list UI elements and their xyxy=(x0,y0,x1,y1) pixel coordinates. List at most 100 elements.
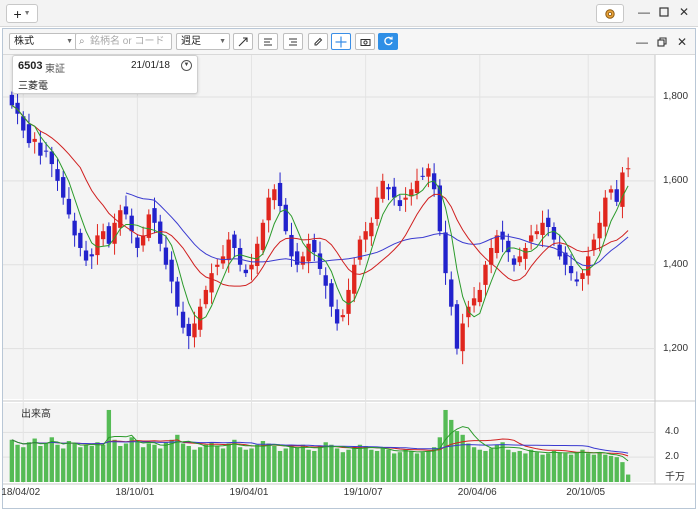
volume-bar xyxy=(500,442,505,482)
volume-bar xyxy=(352,447,357,482)
volume-bar xyxy=(135,441,140,482)
candle-body xyxy=(266,197,271,221)
volume-bar xyxy=(437,437,443,482)
volume-bar xyxy=(237,447,243,482)
candle-body xyxy=(517,256,522,263)
symbol-name: 三菱電 xyxy=(18,81,48,92)
volume-bar xyxy=(534,452,540,482)
candle-body xyxy=(78,232,83,248)
candle-body xyxy=(135,237,140,248)
candle-body xyxy=(209,273,214,293)
candle-body xyxy=(443,232,448,274)
chevron-down-icon[interactable]: ▼ xyxy=(181,60,192,71)
settings-button[interactable] xyxy=(596,4,624,23)
candle-body xyxy=(312,240,317,253)
candle-body xyxy=(608,189,614,193)
volume-bar xyxy=(38,445,43,482)
candle-body xyxy=(369,222,374,237)
candle-body xyxy=(32,138,37,142)
volume-bar xyxy=(146,443,151,482)
price-chart[interactable] xyxy=(3,29,695,508)
candle-body xyxy=(243,269,248,274)
volume-bar xyxy=(357,444,363,482)
volume-bar xyxy=(528,449,534,482)
candle-body xyxy=(249,264,254,270)
volume-bar xyxy=(369,449,374,482)
candle-body xyxy=(460,323,465,352)
candle-body xyxy=(352,264,357,294)
volume-bar xyxy=(591,454,597,482)
volume-bar xyxy=(466,443,471,482)
candle-body xyxy=(255,243,260,267)
candle-body xyxy=(283,204,288,232)
volume-bar xyxy=(346,449,351,482)
candle-body xyxy=(397,200,403,207)
candle-body xyxy=(192,323,197,338)
volume-bar xyxy=(89,445,94,482)
candle-body xyxy=(546,217,551,227)
volume-bar xyxy=(226,443,231,482)
volume-bar xyxy=(72,443,77,482)
volume-bar xyxy=(283,448,288,482)
maximize-window-button[interactable] xyxy=(657,5,671,19)
price-plot-area xyxy=(3,55,655,399)
volume-bar xyxy=(477,449,482,482)
time-tick-label: 19/10/07 xyxy=(343,487,383,498)
candle-body xyxy=(180,311,186,328)
volume-bar xyxy=(163,442,169,482)
price-tick-label: 1,200 xyxy=(663,342,689,354)
volume-bar xyxy=(414,453,420,482)
candle-body xyxy=(386,187,391,190)
volume-bar xyxy=(158,448,163,482)
volume-bar xyxy=(180,443,186,482)
candle-body xyxy=(72,220,77,236)
candle-body xyxy=(260,222,266,251)
candle-body xyxy=(392,186,397,198)
candle-body xyxy=(203,289,209,305)
volume-bar xyxy=(540,454,545,482)
volume-bar xyxy=(511,452,517,482)
volume-bar xyxy=(625,474,631,482)
volume-bar xyxy=(49,437,54,482)
volume-bar xyxy=(471,447,477,482)
minimize-window-button[interactable]: — xyxy=(637,5,651,19)
candle-body xyxy=(380,180,385,199)
volume-bar xyxy=(203,444,209,482)
symbol-market: 東証 xyxy=(45,64,65,75)
volume-bar xyxy=(374,450,380,482)
candle-body xyxy=(61,177,66,198)
volume-bar xyxy=(272,445,277,482)
candle-body xyxy=(426,168,431,177)
volume-bar xyxy=(300,444,306,482)
candle-body xyxy=(306,243,311,262)
volume-bar xyxy=(563,453,568,482)
plus-icon: + xyxy=(13,5,22,22)
candle-body xyxy=(625,168,631,170)
candle-body xyxy=(55,169,60,181)
price-tick-label: 1,800 xyxy=(663,90,689,102)
candle-body xyxy=(169,259,174,282)
volume-bar xyxy=(431,447,437,482)
candle-body xyxy=(420,175,425,177)
candle-body xyxy=(118,210,123,228)
volume-bar xyxy=(83,444,89,482)
candle-body xyxy=(95,235,100,256)
volume-bar xyxy=(140,447,146,482)
volume-bar xyxy=(523,453,528,482)
volume-bar xyxy=(574,452,579,482)
add-panel-button[interactable]: + ▼ xyxy=(6,4,38,23)
candle-body xyxy=(129,215,134,232)
candle-body xyxy=(43,150,49,152)
maximize-icon xyxy=(659,7,669,17)
volume-plot-area xyxy=(3,403,655,482)
volume-bar xyxy=(295,447,300,482)
close-window-button[interactable]: ✕ xyxy=(677,5,691,19)
candle-body xyxy=(477,289,482,303)
volume-bar xyxy=(489,448,494,482)
volume-panel-title: 出来高 xyxy=(21,409,51,420)
candle-body xyxy=(66,198,72,215)
candle-body xyxy=(346,289,351,314)
volume-bar xyxy=(112,439,117,482)
volume-bar xyxy=(43,443,49,482)
volume-bar xyxy=(597,452,602,482)
